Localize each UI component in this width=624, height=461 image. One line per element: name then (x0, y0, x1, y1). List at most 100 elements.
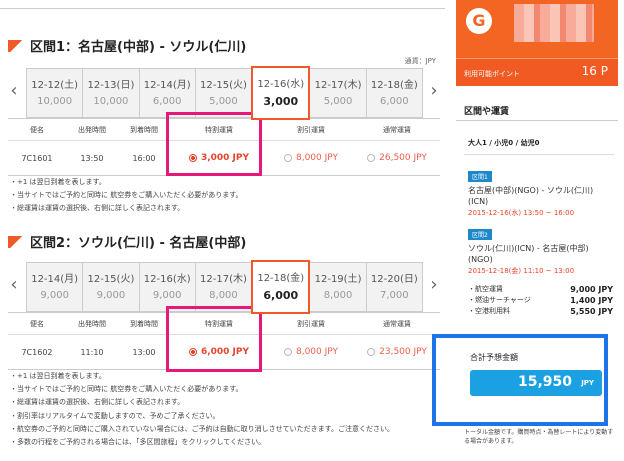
segment-summary-2: 区間2 ソウル(仁川)(ICN) - 名古屋(中部)(NGO) 2015-12-… (468, 222, 613, 276)
special-fare-highlight-2 (166, 306, 262, 372)
note-line: ・+1 は翌日到着を表します。 (10, 178, 106, 186)
flag-icon (8, 235, 22, 248)
note-line: ・割引率はリアルタイムで変動しますので、予めご了承ください。 (10, 412, 220, 420)
date-tab[interactable]: 12-14(月) 6,000 (138, 68, 196, 118)
date-tab[interactable]: 12-16(水) 3,000 (251, 66, 311, 120)
section2-title: 区間2：ソウル(仁川) - 名古屋(中部) (8, 232, 246, 251)
footer-notes: ・割引率はリアルタイムで変動しますので、予めご了承ください。・航空券のご予約と同… (10, 410, 394, 449)
total-note: トータル金額です。購買時点・為替レートにより変動する場合があります。 (464, 429, 614, 445)
note-line: ・当サイトではご予約と同時に 航空券をご購入いただく必要があります。 (10, 191, 243, 199)
date-tab[interactable]: 12-17(木) 8,000 (194, 262, 253, 312)
fare-price: 23,500 JPY (379, 347, 427, 357)
fare-price: 26,500 JPY (379, 153, 427, 163)
date-tab-date: 12-18(金) (257, 273, 305, 284)
date-tab-date: 12-14(月) (143, 80, 191, 91)
points-label: 利用可能ポイント (464, 70, 520, 78)
date-tab[interactable]: 12-17(木) 5,000 (309, 68, 367, 118)
radio-button[interactable] (367, 348, 376, 356)
departure-time: 11:10 (80, 347, 104, 357)
arrival-time: 16:00 (132, 153, 156, 163)
date-tab-price: 6,000 (152, 96, 182, 107)
date-tab-date: 12-17(木) (314, 80, 362, 91)
date-tab-date: 12-16(水) (257, 79, 305, 90)
flight-number: 7C1602 (21, 347, 53, 357)
section1-date-tabs: 12-12(土) 10,000 12-13(日) 10,000 12-14(月) 6,00… (26, 66, 423, 120)
fare-row: ・空港利用料 5,550 JPY (468, 306, 613, 317)
summary-sidebar: G 利用可能ポイント 16 P 区間や運賃 大人1 / 小児0 / 幼児0 区間… (432, 0, 624, 461)
fare-value: 5,550 JPY (570, 307, 613, 316)
normal-fare-option[interactable]: 23,500 JPY (354, 347, 440, 357)
date-tab-price: 5,000 (209, 96, 238, 107)
date-tab-price: 6,000 (263, 289, 299, 302)
currency-note: 通貨：JPY (404, 57, 436, 65)
fare-breakdown: ・航空運賃 9,000 JPY ・燃油サーチャージ 1,400 JPY ・空港利用料 5,… (468, 284, 613, 317)
section1-title: 区間1：名古屋(中部) - ソウル(仁川) (8, 36, 246, 55)
flag-icon (8, 39, 22, 52)
section2-notes: ・+1 は翌日到着を表します。 ・当サイトではご予約と同時に 航空券をご購入いただ… (10, 370, 243, 409)
note-line: ・総運賃は運賃の選択後、右側に詳しく表記されます。 (10, 204, 185, 212)
date-tab-date: 12-15(火) (200, 80, 247, 91)
date-tab[interactable]: 12-19(土) 8,000 (309, 262, 367, 312)
date-tab[interactable]: 12-15(火) 5,000 (194, 68, 253, 118)
date-tab-price: 7,000 (380, 290, 409, 301)
fare-value: 1,400 JPY (570, 296, 613, 305)
date-tab-price: 10,000 (37, 96, 73, 107)
next-arrow-icon[interactable]: › (428, 274, 440, 295)
user-name-mosaic (514, 4, 594, 42)
column-header: 割引運賃 (297, 319, 325, 328)
segment-summary-1: 区間1 名古屋(中部)(NGO) - ソウル(仁川)(ICN) 2015-12-… (468, 164, 613, 218)
date-tab-price: 6,000 (380, 96, 409, 107)
date-tab[interactable]: 12-20(日) 7,000 (365, 262, 423, 312)
date-tab[interactable]: 12-12(土) 10,000 (26, 68, 84, 118)
radio-button[interactable] (283, 154, 292, 162)
discount-fare-option[interactable]: 8,000 JPY (268, 153, 354, 163)
points-box: G 利用可能ポイント 16 P (456, 0, 618, 86)
date-tab-date: 12-16(水) (143, 274, 191, 285)
date-tab[interactable]: 12-14(月) 9,000 (26, 262, 84, 312)
prev-arrow-icon[interactable]: ‹ (8, 80, 20, 101)
note-line: ・航空券のご予約と同時にご購入されていない場合には、ご予約は自動に取り消しさせて… (10, 425, 394, 433)
radio-button[interactable] (283, 348, 292, 356)
normal-fare-option[interactable]: 26,500 JPY (354, 153, 440, 163)
section2-date-tabs: 12-14(月) 9,000 12-15(火) 9,000 12-16(水) 9,000 1… (26, 260, 423, 314)
radio-button[interactable] (367, 154, 376, 162)
note-line: ・当サイトではご予約と同時に 航空券をご購入いただく必要があります。 (10, 385, 243, 393)
section2-title-text: 区間2：ソウル(仁川) - 名古屋(中部) (30, 236, 247, 251)
segment-tag: 区間2 (468, 229, 492, 240)
fare-price: 8,000 JPY (295, 153, 338, 163)
fare-price: 8,000 JPY (295, 347, 338, 357)
divider (464, 154, 614, 155)
note-line: ・総運賃は運賃の選択後、右側に詳しく表記されます。 (10, 398, 185, 406)
points-row: 利用可能ポイント 16 P (456, 58, 618, 86)
date-tab-price: 8,000 (209, 290, 238, 301)
top-divider (0, 8, 445, 9)
prev-arrow-icon[interactable]: ‹ (8, 274, 20, 295)
column-header: 出発時間 (78, 319, 106, 328)
date-tab[interactable]: 12-18(金) 6,000 (251, 260, 311, 314)
fare-row: ・燃油サーチャージ 1,400 JPY (468, 295, 613, 306)
column-header: 到着時間 (130, 319, 158, 328)
date-tab-date: 12-14(月) (31, 274, 79, 285)
divider (456, 120, 618, 121)
flight-selection-panel: 区間1：名古屋(中部) - ソウル(仁川) 通貨：JPY ‹ 12-12(土) 1… (0, 0, 450, 461)
segment-route: ソウル(仁川)(ICN) - 名古屋(中部)(NGO) (468, 244, 589, 264)
segment-route: 名古屋(中部)(NGO) - ソウル(仁川)(ICN) (468, 186, 594, 206)
discount-fare-option[interactable]: 8,000 JPY (268, 347, 354, 357)
segment-tag: 区間1 (468, 171, 492, 182)
next-arrow-icon[interactable]: › (428, 80, 440, 101)
date-tab-price: 5,000 (323, 96, 353, 107)
date-tab[interactable]: 12-18(金) 6,000 (365, 68, 423, 118)
segment-datetime: 2015-12-18(金) 11:10 ~ 13:00 (468, 267, 575, 275)
departure-time: 13:50 (80, 153, 104, 163)
fare-label: ・航空運賃 (468, 285, 503, 293)
date-tab-price: 9,000 (152, 290, 182, 301)
date-tab[interactable]: 12-15(火) 9,000 (82, 262, 140, 312)
date-tab[interactable]: 12-13(日) 10,000 (82, 68, 140, 118)
date-tab-date: 12-12(土) (31, 80, 79, 91)
date-tab-price: 8,000 (323, 290, 353, 301)
fare-value: 9,000 JPY (570, 285, 613, 294)
column-header: 割引運賃 (297, 125, 325, 134)
section2-date-selector: ‹ 12-14(月) 9,000 12-15(火) 9,000 12-16(水) 9,00… (8, 260, 440, 314)
date-tab-date: 12-20(日) (370, 274, 418, 285)
date-tab[interactable]: 12-16(水) 9,000 (138, 262, 196, 312)
